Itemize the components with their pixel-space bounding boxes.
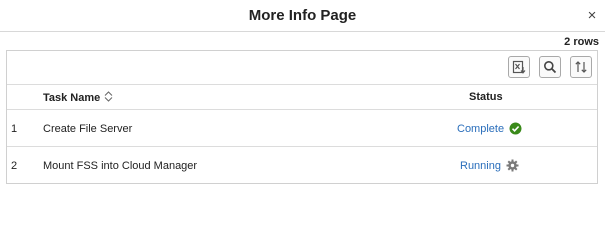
table-header-row: Task Name Status — [7, 84, 597, 110]
table-row: 1 Create File Server Complete — [7, 110, 597, 147]
task-name-cell: Mount FSS into Cloud Manager — [43, 160, 198, 172]
status-cell: Running — [460, 159, 519, 172]
task-grid: Task Name Status 1 Create File Server Co… — [6, 50, 598, 184]
gear-icon — [506, 159, 519, 172]
row-number: 1 — [11, 123, 18, 135]
sort-button[interactable] — [570, 56, 592, 78]
close-button[interactable]: × — [585, 8, 599, 23]
status-cell: Complete — [457, 122, 522, 135]
dialog-header: More Info Page × — [0, 0, 605, 32]
status-link-complete[interactable]: Complete — [457, 123, 504, 135]
sort-toggle-icon — [104, 91, 113, 105]
search-button[interactable] — [539, 56, 561, 78]
task-name-cell: Create File Server — [43, 123, 133, 135]
table-row: 2 Mount FSS into Cloud Manager Running — [7, 147, 597, 184]
status-link-running[interactable]: Running — [460, 160, 501, 172]
task-name-header-label: Task Name — [43, 92, 101, 104]
grid-toolbar — [7, 51, 597, 84]
task-name-column-header[interactable]: Task Name — [43, 91, 113, 105]
status-column-header: Status — [469, 91, 503, 103]
row-number: 2 — [11, 160, 18, 172]
sort-icon — [574, 60, 588, 74]
export-button[interactable] — [508, 56, 530, 78]
export-to-excel-icon — [512, 60, 526, 74]
check-circle-icon — [509, 122, 522, 135]
dialog-title: More Info Page — [248, 7, 357, 24]
row-count: 2 rows — [564, 36, 599, 48]
search-icon — [543, 60, 557, 74]
